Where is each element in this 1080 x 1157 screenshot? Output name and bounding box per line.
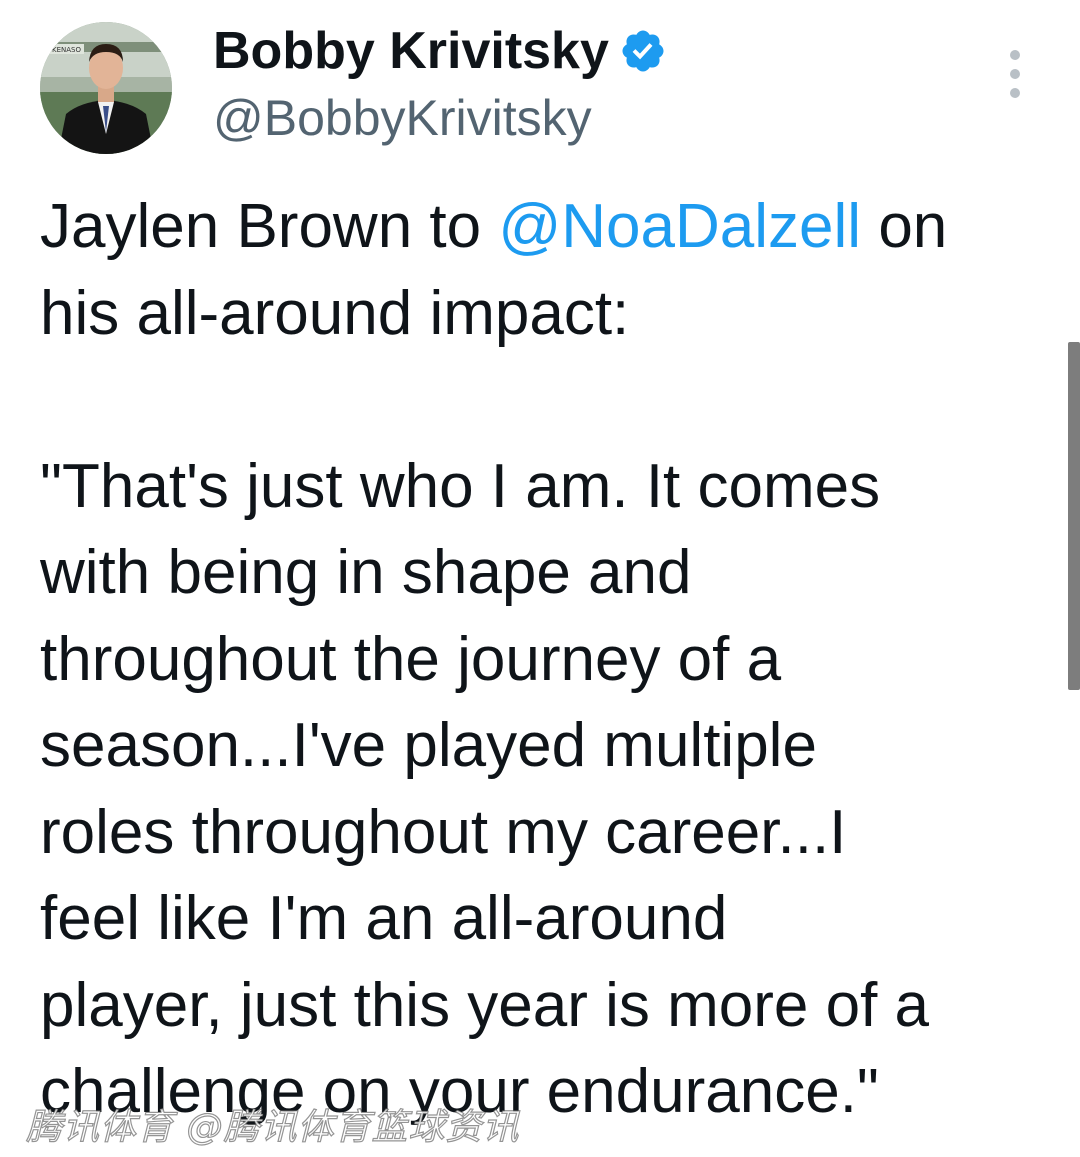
more-vertical-icon: [1010, 50, 1020, 60]
verified-badge-icon: [622, 30, 664, 72]
author-display-name[interactable]: Bobby Krivitsky: [213, 22, 609, 80]
tweet-line: "That's just who I am. It comes: [40, 451, 881, 521]
tweet-line: player, just this year is more of a: [40, 970, 930, 1040]
scrollbar-thumb[interactable]: [1068, 342, 1080, 690]
author-name-row[interactable]: Bobby Krivitsky: [213, 22, 667, 80]
author-handle[interactable]: @BobbyKrivitsky: [213, 90, 592, 146]
watermark: 腾讯体育 @腾讯体育篮球资讯: [25, 1106, 520, 1148]
tweet-line: his all-around impact:: [40, 278, 630, 348]
tweet-line: with being in shape and: [40, 538, 692, 607]
more-options-button[interactable]: [1000, 50, 1030, 98]
avatar[interactable]: KENASO: [40, 22, 172, 154]
tweet-line: Jaylen Brown to @NoaDalzell on: [40, 192, 948, 261]
tweet-line: season...I've played multiple: [40, 711, 817, 780]
tweet-line: roles throughout my career...I: [40, 797, 847, 867]
avatar-image: KENASO: [40, 22, 172, 154]
tweet-text: Jaylen Brown to @NoaDalzell on his all-a…: [40, 184, 1050, 1136]
avatar-sign-text: KENASO: [52, 46, 81, 54]
tweet-line: throughout the journey of a: [40, 624, 782, 694]
tweet-line: feel like I'm an all-around: [40, 884, 728, 953]
mention-link[interactable]: @NoaDalzell: [498, 192, 861, 261]
